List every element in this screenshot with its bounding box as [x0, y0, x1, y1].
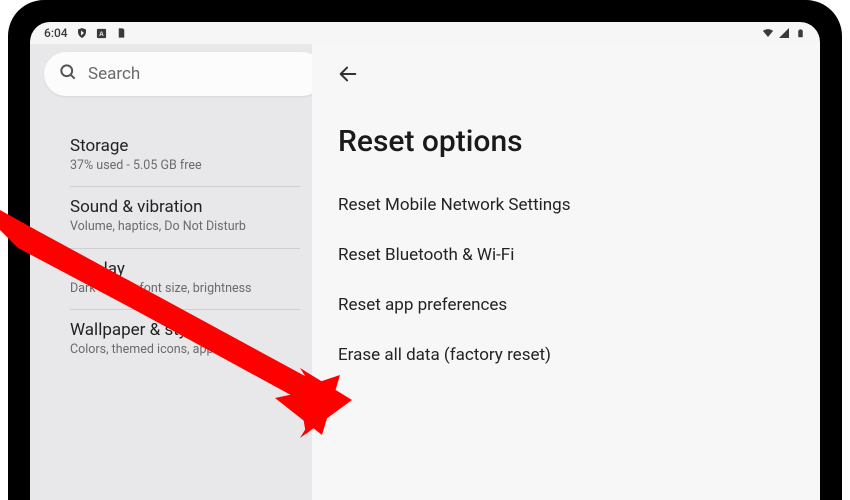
sidebar-item-subtitle: Dark theme, font size, brightness [70, 281, 260, 297]
svg-text:A: A [99, 30, 104, 37]
sidebar-item-display[interactable]: Display Dark theme, font size, brightnes… [70, 249, 300, 310]
option-reset-mobile-network[interactable]: Reset Mobile Network Settings [338, 195, 796, 215]
page-title: Reset options [336, 124, 796, 159]
sidebar-item-subtitle: Volume, haptics, Do Not Disturb [70, 219, 260, 235]
arrow-left-icon [337, 63, 359, 85]
reset-options-list: Reset Mobile Network Settings Reset Blue… [336, 195, 796, 365]
sidebar-item-subtitle: 37% used - 5.05 GB free [70, 158, 260, 174]
sidebar-item-storage[interactable]: Storage 37% used - 5.05 GB free [70, 126, 300, 187]
sidebar-item-wallpaper[interactable]: Wallpaper & style Colors, themed icons, … [70, 310, 300, 370]
clock: 6:04 [44, 26, 68, 40]
status-right [762, 27, 806, 39]
sidebar-item-title: Wallpaper & style [70, 320, 300, 340]
back-button[interactable] [336, 62, 360, 86]
page-icon [116, 27, 128, 39]
wifi-icon [762, 27, 774, 39]
back-row [336, 58, 796, 90]
sidebar-item-sound[interactable]: Sound & vibration Volume, haptics, Do No… [70, 187, 300, 248]
sidebar-item-title: Display [70, 259, 300, 279]
square-a-icon: A [96, 27, 108, 39]
search-row [42, 52, 300, 96]
sidebar: Storage 37% used - 5.05 GB free Sound & … [30, 44, 312, 500]
shield-icon [76, 27, 88, 39]
device-frame: 6:04 A [8, 0, 842, 500]
settings-list: Storage 37% used - 5.05 GB free Sound & … [42, 126, 300, 370]
sidebar-item-title: Storage [70, 136, 300, 156]
screen: 6:04 A [30, 22, 820, 500]
sidebar-item-title: Sound & vibration [70, 197, 300, 217]
option-erase-all-data[interactable]: Erase all data (factory reset) [338, 345, 796, 365]
content-body: Storage 37% used - 5.05 GB free Sound & … [30, 44, 820, 500]
main-panel: Reset options Reset Mobile Network Setti… [312, 44, 820, 500]
search-box[interactable] [44, 52, 324, 96]
search-input[interactable] [88, 64, 310, 84]
battery-icon [794, 27, 806, 39]
option-reset-app-preferences[interactable]: Reset app preferences [338, 295, 796, 315]
status-left: 6:04 A [44, 26, 128, 40]
status-bar: 6:04 A [30, 22, 820, 44]
option-reset-bluetooth-wifi[interactable]: Reset Bluetooth & Wi-Fi [338, 245, 796, 265]
cell-signal-icon [778, 27, 790, 39]
search-icon [58, 62, 78, 86]
sidebar-item-subtitle: Colors, themed icons, app grid [70, 342, 260, 358]
